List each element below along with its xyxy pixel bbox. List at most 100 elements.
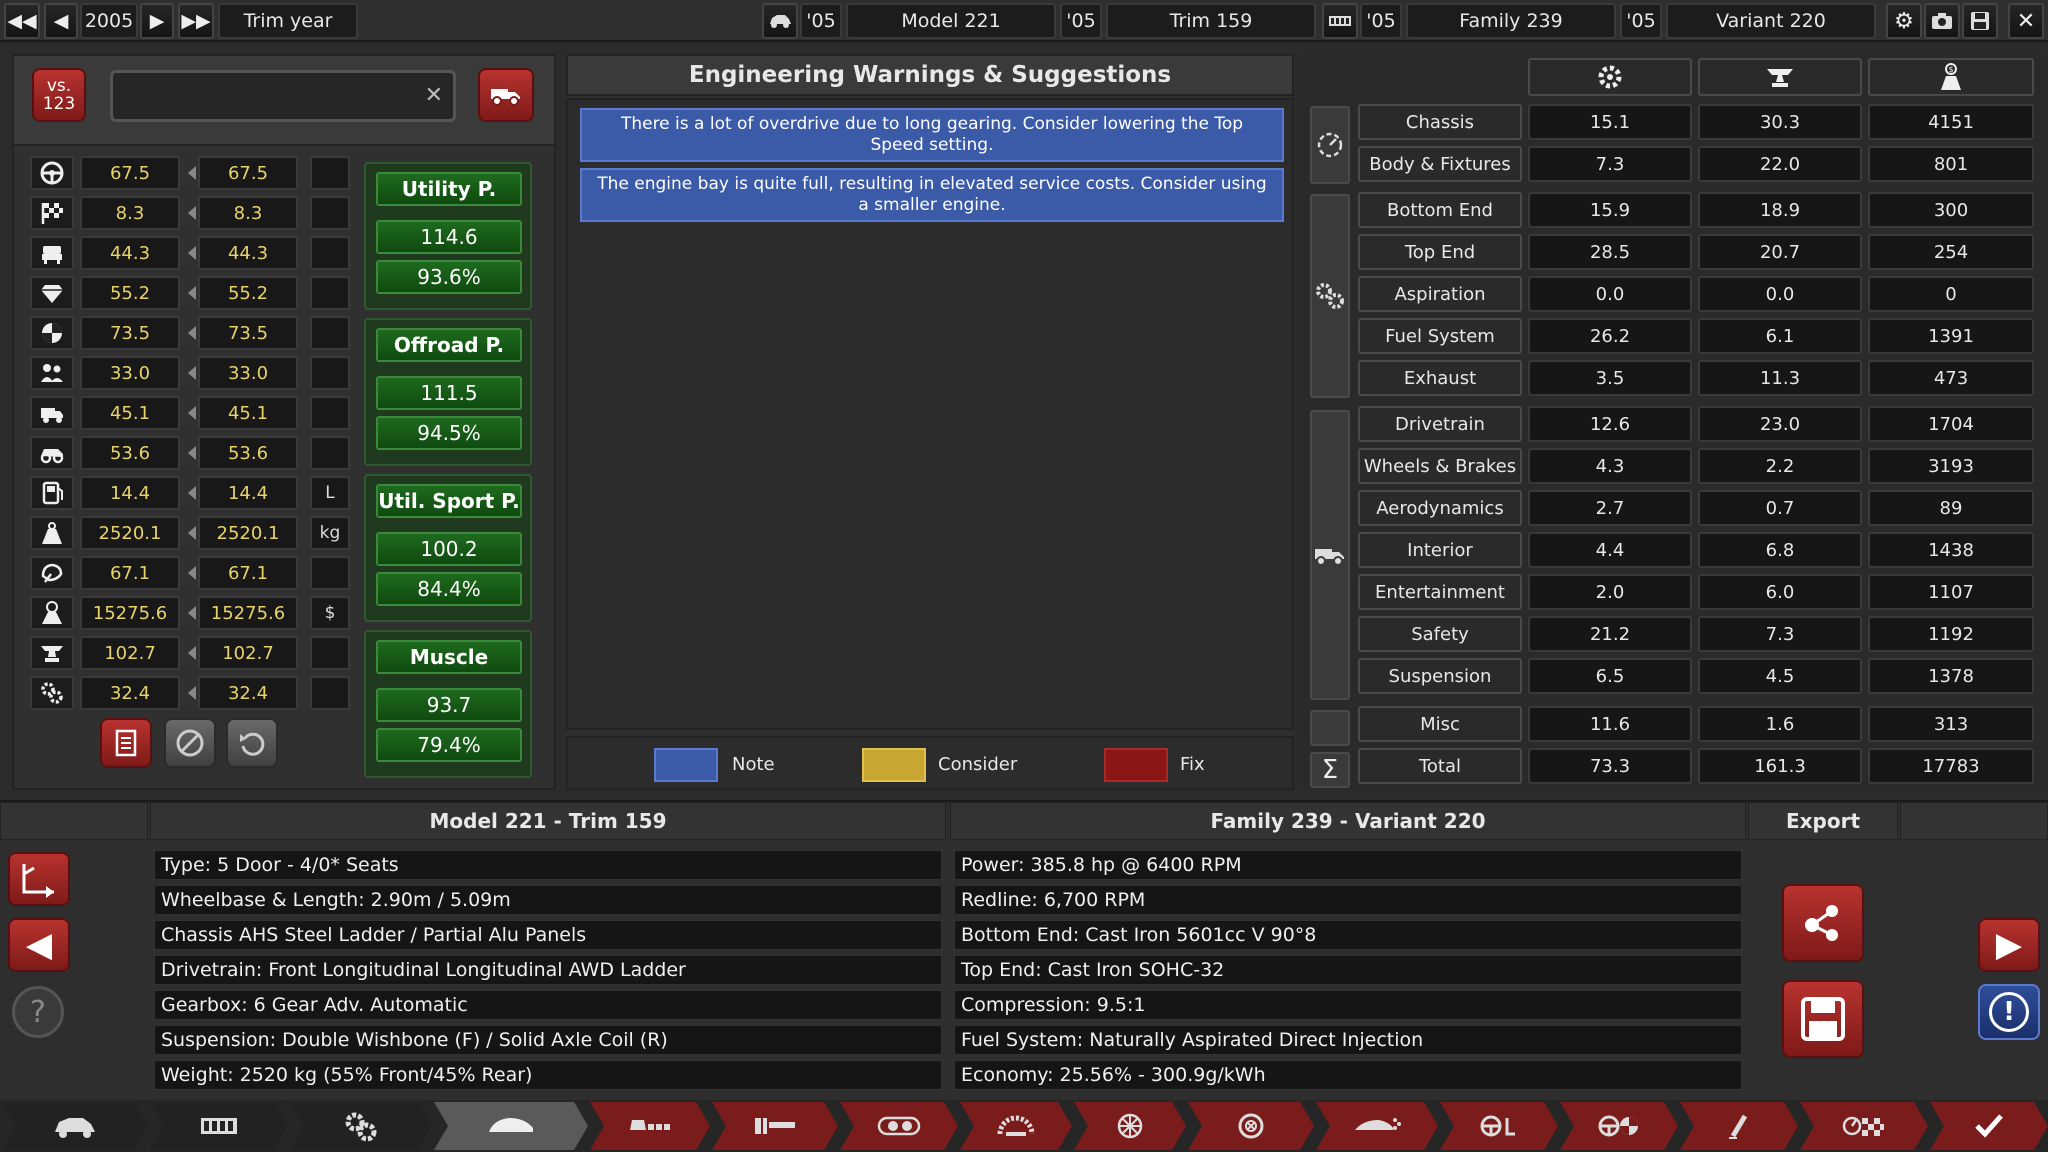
market-score-label[interactable]: Offroad P. [376, 328, 522, 362]
nav-suspension-tab[interactable] [960, 1102, 1072, 1150]
nav-aero-icon [1353, 1110, 1401, 1142]
close-button[interactable]: ✕ [2008, 3, 2044, 39]
clear-compare-button[interactable] [164, 718, 216, 768]
engineering-icon[interactable] [30, 676, 74, 710]
market-score-value: 100.2 [376, 532, 522, 566]
family-name[interactable]: Family 239 [1406, 3, 1616, 39]
fuel-icon[interactable] [30, 476, 74, 510]
breakdown-engineering-value: 4.3 [1528, 448, 1692, 484]
breakdown-engineering-value: 2.0 [1528, 574, 1692, 610]
anvil-icon[interactable] [30, 636, 74, 670]
save-button[interactable] [1962, 3, 1998, 39]
report-button[interactable] [100, 718, 152, 768]
nav-aero-tab[interactable] [1316, 1102, 1438, 1150]
help-button[interactable]: ? [12, 986, 64, 1038]
production-units-header[interactable] [1698, 58, 1862, 96]
nav-engine-family-tab[interactable] [150, 1102, 288, 1150]
breakdown-cost-value: 1192 [1868, 616, 2034, 652]
trim-group-button[interactable] [1310, 410, 1350, 700]
stat-value-current: 2520.1 [80, 516, 180, 550]
seat-icon[interactable] [30, 236, 74, 270]
model-car-button[interactable] [762, 3, 798, 39]
market-score-percent: 94.5% [376, 416, 522, 450]
compare-vs-button[interactable]: vs. 123 [32, 68, 86, 122]
nav-test-tab[interactable] [1680, 1102, 1798, 1150]
variant-name[interactable]: Variant 220 [1666, 3, 1876, 39]
compare-arrow-icon [188, 286, 196, 300]
prev-year-button[interactable]: ◀ [44, 3, 78, 39]
previous-step-button[interactable]: ◀ [8, 918, 70, 972]
next-step-button[interactable]: ▶ [1978, 918, 2040, 972]
market-score-label[interactable]: Muscle [376, 640, 522, 674]
cost-icon[interactable] [30, 596, 74, 630]
nav-safety-interior-tab[interactable] [1440, 1102, 1558, 1150]
info-button[interactable]: ! [1978, 984, 2040, 1040]
legend-fix-label: Fix [1180, 754, 1205, 775]
breakdown-cost-value: 1107 [1868, 574, 2034, 610]
stat-unit [310, 276, 350, 310]
nav-engine-variant-tab[interactable] [290, 1102, 432, 1150]
share-export-button[interactable] [1782, 884, 1864, 962]
breakdown-engineering-value: 6.5 [1528, 658, 1692, 694]
nav-fixtures-tab[interactable] [590, 1102, 710, 1150]
breakdown-cost-value: 801 [1868, 146, 2034, 182]
passengers-icon[interactable] [30, 356, 74, 390]
prohibited-icon [176, 729, 204, 757]
weight-icon[interactable] [30, 516, 74, 550]
legend-note-swatch [654, 748, 718, 782]
market-score-label[interactable]: Util. Sport P. [376, 484, 522, 518]
environment-icon[interactable] [30, 556, 74, 590]
forward-year-button[interactable]: ▶▶ [178, 3, 214, 39]
export-title: Export [1748, 802, 1898, 840]
engineering-time-header[interactable] [1528, 58, 1692, 96]
chassis-group-button[interactable] [1310, 106, 1350, 184]
misc-group-button[interactable] [1310, 710, 1350, 746]
nav-handling-tab[interactable] [1560, 1102, 1678, 1150]
compare-car-button[interactable] [478, 68, 534, 122]
next-year-button[interactable]: ▶ [140, 3, 174, 39]
legend-consider-label: Consider [938, 754, 1018, 775]
nav-wheels-tab[interactable] [1074, 1102, 1186, 1150]
compare-search-input[interactable]: ✕ [110, 70, 456, 122]
market-score-group: Offroad P. 111.5 94.5% [364, 318, 532, 466]
nav-trim-body-tab[interactable] [434, 1102, 588, 1150]
nav-trim-body-icon [487, 1110, 535, 1142]
nav-car-model-tab[interactable] [2, 1102, 148, 1150]
nav-interior-icon [751, 1110, 799, 1142]
offroad-icon[interactable] [30, 436, 74, 470]
nav-testtrack-tab[interactable] [1800, 1102, 1928, 1150]
nav-interior-tab[interactable] [712, 1102, 838, 1150]
rewind-year-button[interactable]: ◀◀ [4, 3, 40, 39]
model-spec-line: Weight: 2520 kg (55% Front/45% Rear) [154, 1060, 942, 1090]
diamond-icon[interactable] [30, 276, 74, 310]
nav-drivetrain-tab[interactable] [840, 1102, 958, 1150]
stat-value-current: 67.1 [80, 556, 180, 590]
nav-finish-check-tab[interactable] [1930, 1102, 2048, 1150]
market-score-group: Utility P. 114.6 93.6% [364, 162, 532, 310]
stat-unit [310, 636, 350, 670]
cargo-icon[interactable] [30, 396, 74, 430]
total-sum-button[interactable]: Σ [1310, 752, 1350, 788]
breakdown-engineering-value: 15.1 [1528, 104, 1692, 140]
breakdown-production-value: 18.9 [1698, 192, 1862, 228]
engine-group-button[interactable] [1310, 194, 1350, 398]
market-score-label[interactable]: Utility P. [376, 172, 522, 206]
clear-icon[interactable]: ✕ [425, 83, 443, 108]
trim-name[interactable]: Trim 159 [1106, 3, 1316, 39]
safety-icon[interactable] [30, 316, 74, 350]
material-cost-header[interactable]: $ [1868, 58, 2034, 96]
model-spec-line: Gearbox: 6 Gear Adv. Automatic [154, 990, 942, 1020]
steering-wheel-icon[interactable] [30, 156, 74, 190]
family-engine-button[interactable] [1322, 3, 1358, 39]
settings-button[interactable]: ⚙ [1886, 3, 1922, 39]
reset-button[interactable] [226, 718, 278, 768]
stat-unit [310, 356, 350, 390]
checkered-flag-icon[interactable] [30, 196, 74, 230]
nav-brakes-tab[interactable] [1188, 1102, 1314, 1150]
year-display: 2005 [80, 3, 138, 39]
save-export-button[interactable] [1782, 980, 1864, 1058]
breakdown-production-value: 6.1 [1698, 318, 1862, 354]
screenshot-button[interactable] [1924, 3, 1960, 39]
design-overview-button[interactable] [8, 852, 70, 906]
model-name[interactable]: Model 221 [846, 3, 1056, 39]
